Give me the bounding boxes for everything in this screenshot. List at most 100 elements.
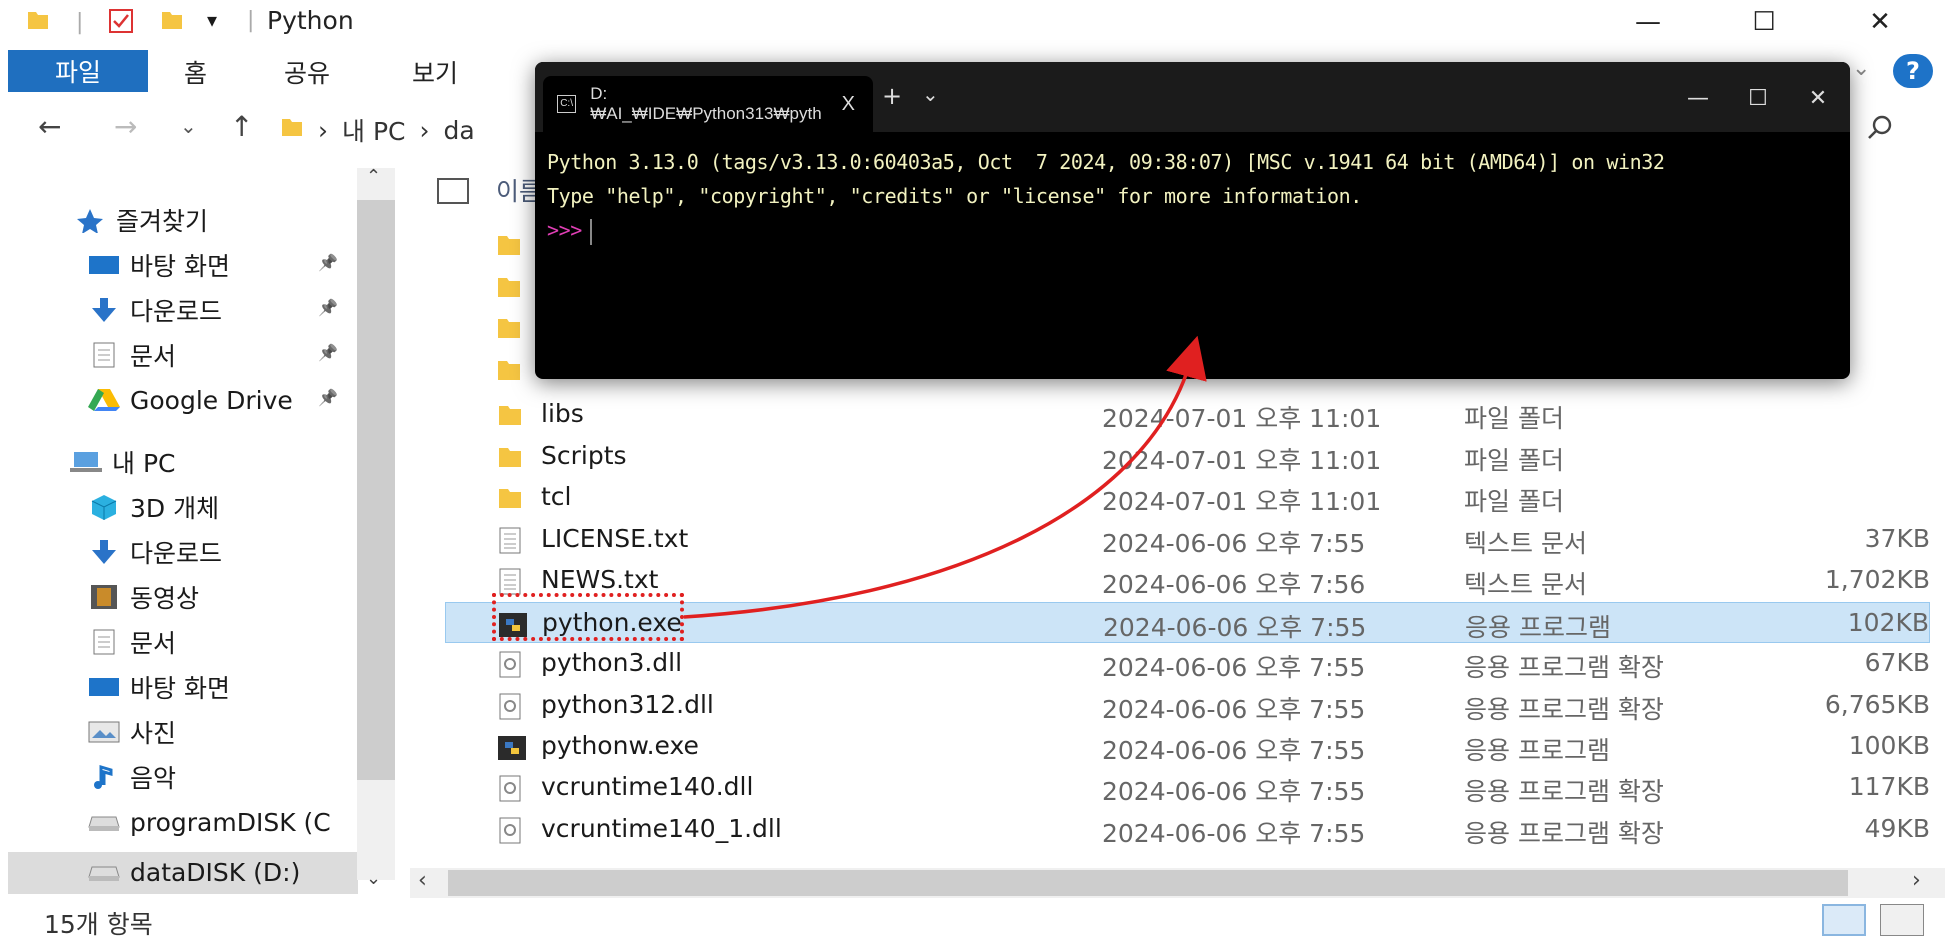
details-view-icon[interactable] <box>1822 904 1866 936</box>
document-icon <box>88 629 120 655</box>
scroll-down-icon[interactable]: ⌄ <box>366 868 381 889</box>
file-date: 2024-06-06 오후 7:55 <box>1102 819 1366 848</box>
drive-icon <box>88 809 120 835</box>
file-type: 텍스트 문서 <box>1464 570 1587 599</box>
annotation-highlight-box <box>492 593 684 641</box>
scroll-right-icon[interactable]: › <box>1912 868 1921 893</box>
terminal-icon: C:\ <box>557 95 577 113</box>
nav-item[interactable]: 음악 <box>88 757 176 797</box>
file-date: 2024-06-06 오후 7:55 <box>1102 777 1366 806</box>
nav-item-label: 동영상 <box>130 584 200 613</box>
file-date: 2024-07-01 오후 11:01 <box>1102 446 1382 475</box>
navigation-pane: 즐겨찾기 바탕 화면 📌 다운로드 📌 문서 📌 Google Drive 📌 내 PC 3D 개체… <box>0 168 355 887</box>
nav-item[interactable]: 바탕 화면 <box>88 245 230 285</box>
file-size: 100KB <box>1848 731 1930 760</box>
breadcrumb-separator: › <box>318 115 328 145</box>
tab-file[interactable]: 파일 <box>8 50 148 92</box>
file-name: libs <box>541 399 584 428</box>
breadcrumb-data[interactable]: da <box>443 116 474 145</box>
large-icons-view-icon[interactable] <box>1880 904 1924 936</box>
download-icon <box>88 297 120 323</box>
table-row[interactable]: vcruntime140_1.dll 2024-06-06 오후 7:55 응용 프… <box>445 809 1930 850</box>
up-button[interactable]: ↑ <box>230 110 253 143</box>
nav-scroll-thumb[interactable] <box>357 200 395 780</box>
nav-item[interactable]: 다운로드 <box>88 532 222 572</box>
maximize-button[interactable]: ☐ <box>1706 0 1822 44</box>
table-row[interactable]: python3.dll 2024-06-06 오후 7:55 응용 프로그램 확장 6… <box>445 643 1930 684</box>
table-row[interactable]: LICENSE.txt 2024-06-06 오후 7:55 텍스트 문서 37KB <box>445 519 1930 560</box>
new-folder-icon[interactable] <box>160 8 184 32</box>
properties-icon[interactable] <box>108 8 133 33</box>
nav-item[interactable]: 즐겨찾기 <box>74 200 208 240</box>
file-type: 파일 폴더 <box>1464 446 1564 475</box>
table-row[interactable]: python312.dll 2024-06-06 오후 7:55 응용 프로그램 확… <box>445 685 1930 726</box>
help-button[interactable]: ? <box>1893 54 1933 88</box>
table-row[interactable]: tcl 2024-07-01 오후 11:01 파일 폴더 <box>445 477 1930 518</box>
select-all-checkbox[interactable] <box>437 178 469 204</box>
file-size: 102KB <box>1847 608 1929 637</box>
terminal-prompt-line[interactable]: >>> <box>547 218 592 245</box>
file-date: 2024-06-06 오후 7:55 <box>1102 653 1366 682</box>
terminal-tab[interactable]: C:\ D:₩AI_₩IDE₩Python313₩pyth X <box>543 76 873 132</box>
nav-item-label: 문서 <box>130 629 177 658</box>
nav-item-label: 다운로드 <box>130 539 223 568</box>
nav-item[interactable]: 다운로드 <box>88 290 222 330</box>
tab-close-button[interactable]: X <box>842 93 855 116</box>
table-row[interactable]: libs 2024-07-01 오후 11:01 파일 폴더 <box>445 394 1930 435</box>
new-tab-button[interactable]: + <box>882 82 902 110</box>
minimize-button[interactable]: — <box>1590 0 1706 44</box>
nav-item-label: programDISK (C <box>130 807 331 837</box>
folder-icon <box>496 357 522 387</box>
music-icon <box>88 764 120 790</box>
file-size: 37KB <box>1864 524 1930 553</box>
file-type: 텍스트 문서 <box>1464 529 1587 558</box>
table-row[interactable]: Scripts 2024-07-01 오후 11:01 파일 폴더 <box>445 436 1930 477</box>
ribbon-expand-icon[interactable]: ⌄ <box>1852 56 1870 81</box>
nav-item[interactable]: Google Drive <box>88 380 293 420</box>
back-button[interactable]: ← <box>38 110 61 143</box>
chevron-down-icon[interactable]: ▾ <box>207 8 217 32</box>
file-type: 응용 프로그램 확장 <box>1464 653 1664 682</box>
nav-item[interactable]: 바탕 화면 <box>88 667 230 707</box>
tab-view[interactable]: 보기 <box>412 54 458 90</box>
pin-icon: 📌 <box>318 343 338 362</box>
nav-item[interactable]: programDISK (C <box>88 802 331 842</box>
address-bar[interactable]: › 내 PC › da <box>280 108 560 152</box>
separator: | <box>76 10 84 35</box>
nav-item-label: 바탕 화면 <box>130 252 230 281</box>
tab-share[interactable]: 공유 <box>284 54 330 90</box>
nav-item[interactable]: dataDISK (D:) <box>88 852 300 892</box>
scroll-left-icon[interactable]: ‹ <box>418 868 427 893</box>
table-row[interactable]: vcruntime140.dll 2024-06-06 오후 7:55 응용 프로그… <box>445 767 1930 808</box>
video-icon <box>88 584 120 610</box>
file-name: vcruntime140.dll <box>541 772 754 801</box>
terminal-output-line: Python 3.13.0 (tags/v3.13.0:60403a5, Oct… <box>547 150 1665 174</box>
table-row[interactable]: pythonw.exe 2024-06-06 오후 7:55 응용 프로그램 100K… <box>445 726 1930 767</box>
forward-button[interactable]: → <box>114 110 137 143</box>
nav-item-label: dataDISK (D:) <box>130 857 301 887</box>
terminal-tab-title: D:₩AI_₩IDE₩Python313₩pyth <box>590 84 822 123</box>
tab-dropdown-button[interactable]: ⌄ <box>922 82 939 106</box>
nav-item[interactable]: 문서 <box>88 335 176 375</box>
nav-item-label: Google Drive <box>130 385 293 415</box>
python-prompt: >>> <box>547 218 582 242</box>
nav-item[interactable]: 3D 개체 <box>88 487 219 527</box>
file-date: 2024-06-06 오후 7:55 <box>1102 529 1366 558</box>
scroll-up-icon[interactable]: ⌃ <box>366 166 381 187</box>
breadcrumb-pc[interactable]: 내 PC <box>342 112 405 148</box>
dll-icon <box>497 817 523 844</box>
nav-item[interactable]: 사진 <box>88 712 176 752</box>
dll-icon <box>497 651 523 678</box>
horizontal-scroll-thumb[interactable] <box>448 870 1848 896</box>
pin-icon: 📌 <box>318 298 338 317</box>
tab-home[interactable]: 홈 <box>184 54 207 90</box>
terminal-minimize-button[interactable]: — <box>1668 78 1728 118</box>
search-icon[interactable] <box>1866 114 1894 146</box>
terminal-close-button[interactable]: ✕ <box>1788 78 1848 118</box>
terminal-maximize-button[interactable]: ☐ <box>1728 78 1788 118</box>
nav-item[interactable]: 문서 <box>88 622 176 662</box>
nav-item[interactable]: 내 PC <box>70 442 175 482</box>
nav-item[interactable]: 동영상 <box>88 577 199 617</box>
close-button[interactable]: ✕ <box>1822 0 1938 44</box>
recent-locations-icon[interactable]: ⌄ <box>180 114 197 138</box>
